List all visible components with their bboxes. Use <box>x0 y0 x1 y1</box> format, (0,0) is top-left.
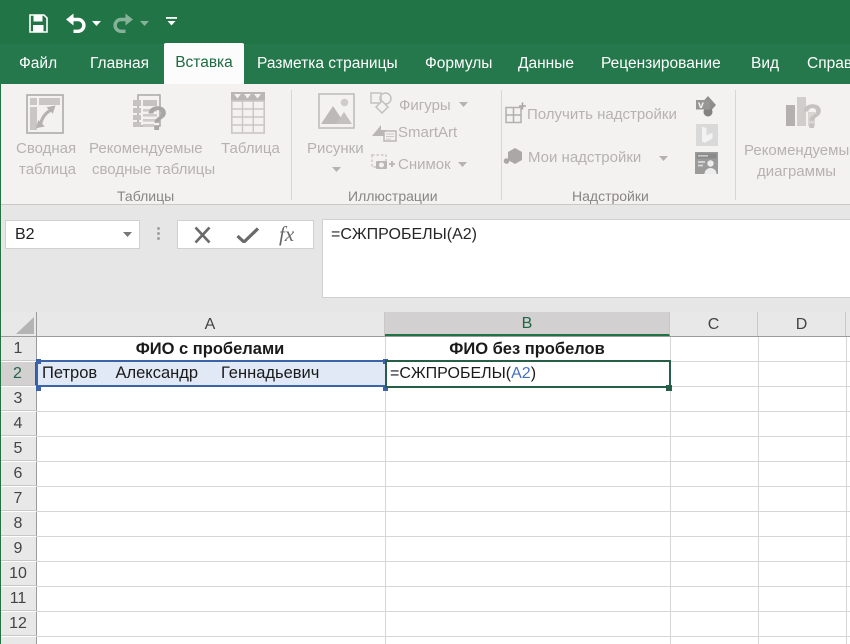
svg-text:?: ? <box>147 100 167 136</box>
svg-text:?: ? <box>802 98 823 133</box>
svg-text:v: v <box>698 99 704 111</box>
